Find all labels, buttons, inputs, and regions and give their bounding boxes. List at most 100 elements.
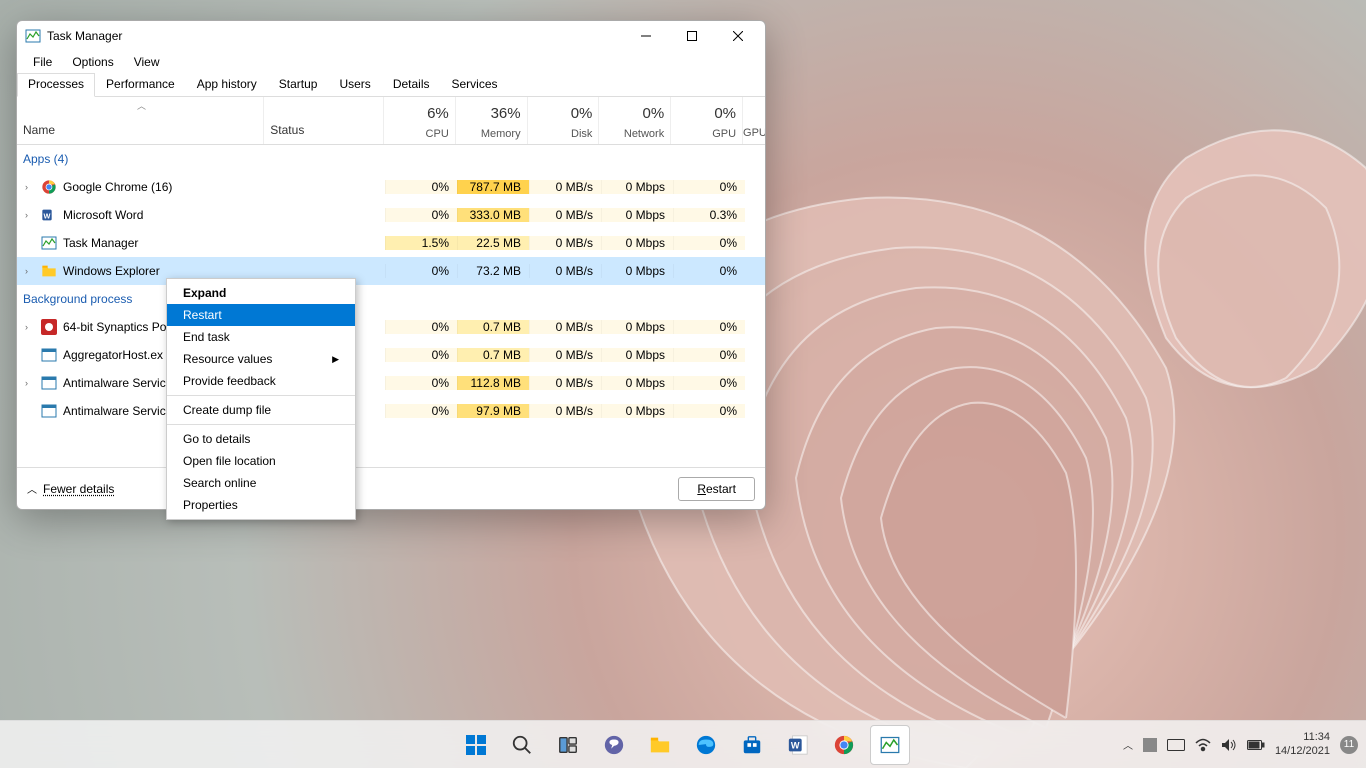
menu-view[interactable]: View	[124, 53, 170, 71]
network-value: 0 Mbps	[601, 320, 673, 334]
system-tray: ︿ 11:34 14/12/2021 11	[1123, 731, 1358, 757]
task-view-icon[interactable]	[548, 725, 588, 765]
group-background[interactable]: Background process	[17, 285, 765, 313]
chat-icon[interactable]	[594, 725, 634, 765]
network-value: 0 Mbps	[601, 236, 673, 250]
chrome-icon[interactable]	[824, 725, 864, 765]
app-icon	[41, 263, 57, 279]
context-menu-item[interactable]: Restart	[167, 304, 355, 326]
process-row[interactable]: ›Antimalware Servic 0% 112.8 MB 0 MB/s 0…	[17, 369, 765, 397]
process-row[interactable]: AggregatorHost.ex 0% 0.7 MB 0 MB/s 0 Mbp…	[17, 341, 765, 369]
minimize-button[interactable]	[623, 21, 669, 51]
process-row[interactable]: ›64-bit Synaptics Po 0% 0.7 MB 0 MB/s 0 …	[17, 313, 765, 341]
gpu-value: 0%	[673, 404, 745, 418]
tab-details[interactable]: Details	[382, 73, 441, 96]
close-button[interactable]	[715, 21, 761, 51]
context-menu: ExpandRestartEnd taskResource values▶Pro…	[166, 278, 356, 520]
expand-icon[interactable]: ›	[25, 266, 35, 276]
app-icon	[41, 347, 57, 363]
tab-services[interactable]: Services	[441, 73, 509, 96]
cpu-value: 0%	[385, 404, 457, 418]
taskbar: W ︿ 11:34 14/12/2021 11	[0, 720, 1366, 768]
taskmgr-taskbar-icon[interactable]	[870, 725, 910, 765]
process-name: Antimalware Servic	[63, 404, 166, 418]
gpu-value: 0%	[673, 320, 745, 334]
context-menu-item[interactable]: Search online	[167, 472, 355, 494]
app-icon	[41, 319, 57, 335]
tray-battery-icon[interactable]	[1247, 739, 1265, 751]
restart-button[interactable]: Restart	[678, 477, 755, 501]
menu-file[interactable]: File	[23, 53, 62, 71]
app-icon	[41, 375, 57, 391]
sort-caret-icon: ︿	[137, 99, 146, 112]
context-menu-item[interactable]: Create dump file	[167, 399, 355, 421]
column-memory[interactable]: 36%Memory	[456, 97, 528, 144]
column-network[interactable]: 0%Network	[599, 97, 671, 144]
disk-value: 0 MB/s	[529, 376, 601, 390]
menu-options[interactable]: Options	[62, 53, 123, 71]
search-icon[interactable]	[502, 725, 542, 765]
edge-icon[interactable]	[686, 725, 726, 765]
maximize-button[interactable]	[669, 21, 715, 51]
column-gpu-engine[interactable]: GPU	[743, 97, 765, 144]
tray-keyboard-icon[interactable]	[1167, 739, 1185, 751]
network-value: 0 Mbps	[601, 376, 673, 390]
disk-value: 0 MB/s	[529, 348, 601, 362]
network-value: 0 Mbps	[601, 208, 673, 222]
column-gpu[interactable]: 0%GPU	[671, 97, 743, 144]
context-menu-item[interactable]: Properties	[167, 494, 355, 516]
tab-app-history[interactable]: App history	[186, 73, 268, 96]
notification-badge[interactable]: 11	[1340, 736, 1358, 754]
process-row[interactable]: Antimalware Servic 0% 97.9 MB 0 MB/s 0 M…	[17, 397, 765, 425]
cpu-value: 1.5%	[385, 236, 457, 250]
tray-app-icon[interactable]	[1143, 738, 1157, 752]
process-row[interactable]: Task Manager 1.5% 22.5 MB 0 MB/s 0 Mbps …	[17, 229, 765, 257]
fewer-details-link[interactable]: ︿ Fewer details	[27, 481, 114, 496]
process-name: AggregatorHost.ex	[63, 348, 163, 362]
svg-text:W: W	[791, 740, 800, 750]
context-menu-item[interactable]: Open file location	[167, 450, 355, 472]
tray-clock[interactable]: 11:34 14/12/2021	[1275, 731, 1330, 757]
tab-processes[interactable]: Processes	[17, 73, 95, 97]
network-value: 0 Mbps	[601, 180, 673, 194]
expand-icon[interactable]: ›	[25, 322, 35, 332]
column-cpu[interactable]: 6%CPU	[384, 97, 456, 144]
process-row[interactable]: ›Windows Explorer 0% 73.2 MB 0 MB/s 0 Mb…	[17, 257, 765, 285]
gpu-value: 0.3%	[673, 208, 745, 222]
disk-value: 0 MB/s	[529, 264, 601, 278]
context-menu-item[interactable]: Expand	[167, 282, 355, 304]
column-headers: ︿ Name Status 6%CPU 36%Memory 0%Disk 0%N…	[17, 97, 765, 145]
context-menu-item[interactable]: Go to details	[167, 428, 355, 450]
network-value: 0 Mbps	[601, 404, 673, 418]
titlebar[interactable]: Task Manager	[17, 21, 765, 51]
process-name: Task Manager	[63, 236, 138, 250]
store-icon[interactable]	[732, 725, 772, 765]
column-status[interactable]: Status	[264, 97, 384, 144]
memory-value: 112.8 MB	[457, 376, 529, 390]
process-row[interactable]: ›WMicrosoft Word 0% 333.0 MB 0 MB/s 0 Mb…	[17, 201, 765, 229]
start-button[interactable]	[456, 725, 496, 765]
expand-icon[interactable]: ›	[25, 182, 35, 192]
process-name: Microsoft Word	[63, 208, 143, 222]
window-title: Task Manager	[47, 29, 623, 43]
context-menu-item[interactable]: End task	[167, 326, 355, 348]
gpu-value: 0%	[673, 180, 745, 194]
column-disk[interactable]: 0%Disk	[528, 97, 600, 144]
context-menu-item[interactable]: Resource values▶	[167, 348, 355, 370]
tray-chevron-icon[interactable]: ︿	[1123, 737, 1133, 752]
expand-icon[interactable]: ›	[25, 378, 35, 388]
tab-startup[interactable]: Startup	[268, 73, 329, 96]
gpu-value: 0%	[673, 264, 745, 278]
tab-users[interactable]: Users	[328, 73, 381, 96]
process-row[interactable]: ›Google Chrome (16) 0% 787.7 MB 0 MB/s 0…	[17, 173, 765, 201]
tray-wifi-icon[interactable]	[1195, 738, 1211, 752]
group-apps[interactable]: Apps (4)	[17, 145, 765, 173]
tray-volume-icon[interactable]	[1221, 738, 1237, 752]
explorer-icon[interactable]	[640, 725, 680, 765]
word-icon[interactable]: W	[778, 725, 818, 765]
task-manager-window: Task Manager File Options View Processes…	[16, 20, 766, 510]
expand-icon[interactable]: ›	[25, 210, 35, 220]
tab-performance[interactable]: Performance	[95, 73, 186, 96]
context-menu-item[interactable]: Provide feedback	[167, 370, 355, 392]
chevron-up-icon: ︿	[27, 481, 37, 496]
